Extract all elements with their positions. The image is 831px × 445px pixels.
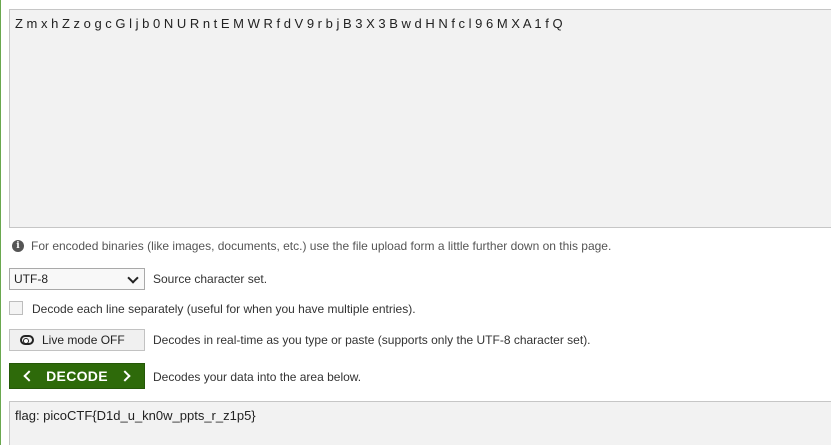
chevron-down-icon bbox=[127, 271, 139, 284]
decode-description: Decodes your data into the area below. bbox=[153, 370, 362, 384]
chevron-left-icon bbox=[23, 370, 35, 382]
charset-selected-value: UTF-8 bbox=[14, 272, 48, 286]
decode-button[interactable]: DECODE bbox=[9, 363, 145, 389]
chevron-right-icon bbox=[119, 370, 131, 382]
toggle-off-icon bbox=[20, 335, 34, 345]
decode-button-label: DECODE bbox=[46, 368, 108, 384]
decoder-page: Z m x h Z z o g c G l j b 0 N U R n t E … bbox=[0, 0, 831, 445]
info-note: i For encoded binaries (like images, doc… bbox=[12, 238, 611, 254]
decoded-output-textarea[interactable]: flag: picoCTF{D1d_u_kn0w_ppts_r_z1p5} bbox=[9, 401, 831, 445]
charset-select[interactable]: UTF-8 bbox=[9, 268, 145, 290]
live-mode-description: Decodes in real-time as you type or past… bbox=[153, 333, 591, 347]
decode-each-line-checkbox[interactable] bbox=[9, 301, 23, 315]
decode-each-line-label: Decode each line separately (useful for … bbox=[32, 302, 416, 316]
encoded-input-textarea[interactable]: Z m x h Z z o g c G l j b 0 N U R n t E … bbox=[9, 9, 831, 228]
live-mode-button-label: Live mode OFF bbox=[42, 333, 125, 347]
charset-label: Source character set. bbox=[153, 272, 268, 286]
info-note-text: For encoded binaries (like images, docum… bbox=[31, 239, 612, 253]
live-mode-button[interactable]: Live mode OFF bbox=[9, 329, 145, 351]
left-accent-bar bbox=[0, 0, 1, 445]
info-icon: i bbox=[12, 240, 24, 252]
